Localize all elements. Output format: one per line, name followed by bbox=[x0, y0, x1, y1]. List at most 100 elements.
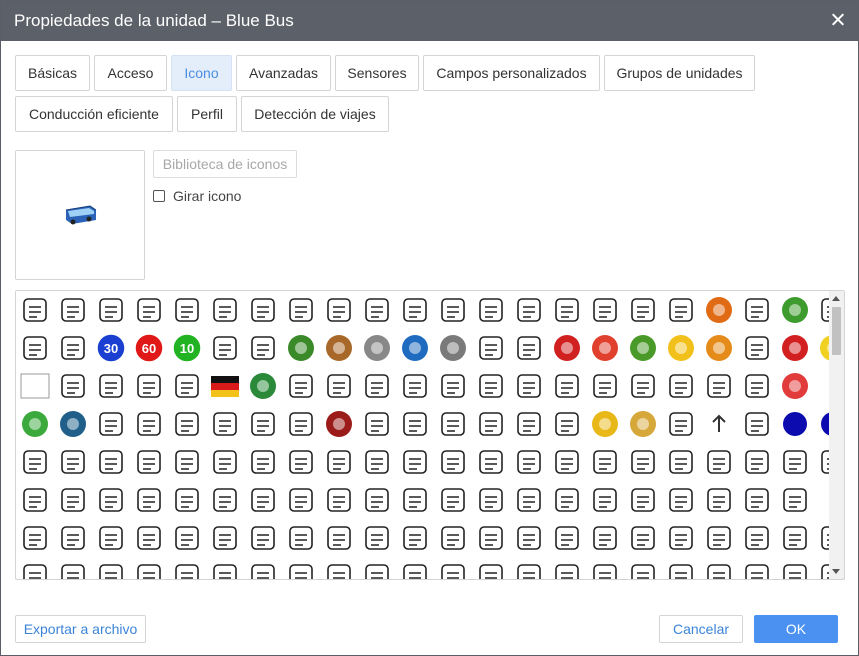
chrome-logo-icon[interactable] bbox=[588, 331, 622, 365]
person-reading-icon[interactable] bbox=[132, 407, 166, 441]
champagne-glasses-icon[interactable] bbox=[284, 293, 318, 327]
arrow-up-icon[interactable] bbox=[702, 407, 736, 441]
red-lizard-icon[interactable] bbox=[740, 369, 774, 403]
family-icon[interactable] bbox=[550, 369, 584, 403]
orange-truck-icon[interactable] bbox=[702, 331, 736, 365]
wifi-wave-icon[interactable] bbox=[246, 407, 280, 441]
robot-badge-icon[interactable] bbox=[398, 331, 432, 365]
calendar-heart-icon[interactable] bbox=[170, 293, 204, 327]
envelope-icon[interactable] bbox=[208, 483, 242, 517]
red-lock-icon[interactable] bbox=[778, 369, 812, 403]
hourglass-icon[interactable] bbox=[436, 483, 470, 517]
ring-icon[interactable] bbox=[626, 293, 660, 327]
ambulance-icon[interactable] bbox=[246, 369, 280, 403]
brain-icon[interactable] bbox=[132, 445, 166, 479]
tab-acceso[interactable]: Acceso bbox=[94, 55, 167, 91]
tab-icono[interactable]: Icono bbox=[171, 55, 232, 91]
rocket-icon[interactable] bbox=[512, 407, 546, 441]
movie-camera-icon[interactable] bbox=[208, 407, 242, 441]
person-hat-icon[interactable] bbox=[208, 521, 242, 555]
graduation-cap-icon[interactable] bbox=[170, 483, 204, 517]
tab-sensores[interactable]: Sensores bbox=[335, 55, 419, 91]
shopping-cart-icon[interactable] bbox=[18, 521, 52, 555]
heart-icon[interactable] bbox=[322, 293, 356, 327]
glasses-icon[interactable] bbox=[322, 445, 356, 479]
dark-car-icon[interactable] bbox=[512, 331, 546, 365]
clapping-hands-icon[interactable] bbox=[170, 521, 204, 555]
wedding-arch-icon[interactable] bbox=[56, 293, 90, 327]
first-aid-kit-icon[interactable] bbox=[474, 407, 508, 441]
doctor-icon[interactable] bbox=[588, 293, 622, 327]
shopping-bag-icon[interactable] bbox=[702, 483, 736, 517]
nun-icon[interactable] bbox=[360, 407, 394, 441]
shop-icon[interactable] bbox=[550, 521, 584, 555]
percent-badge-icon[interactable] bbox=[94, 521, 128, 555]
boy-avatar-icon[interactable] bbox=[474, 369, 508, 403]
rotate-icon-checkbox[interactable] bbox=[153, 190, 165, 202]
gift-icon[interactable] bbox=[398, 559, 432, 579]
camera-icon[interactable] bbox=[550, 293, 584, 327]
blue-car-icon[interactable] bbox=[588, 369, 622, 403]
tea-cup-icon[interactable] bbox=[512, 369, 546, 403]
music-note-icon[interactable] bbox=[474, 293, 508, 327]
green-route-icon[interactable] bbox=[322, 369, 356, 403]
presentation-board-icon[interactable] bbox=[284, 445, 318, 479]
percent-100-icon[interactable] bbox=[398, 521, 432, 555]
penguin-icon[interactable] bbox=[740, 407, 774, 441]
delivery-truck-icon[interactable] bbox=[588, 521, 622, 555]
map-pin-icon[interactable] bbox=[170, 559, 204, 579]
person-circle-icon[interactable] bbox=[626, 521, 660, 555]
star-icon[interactable] bbox=[512, 483, 546, 517]
database-add-icon[interactable] bbox=[360, 369, 394, 403]
cash-stack-icon[interactable] bbox=[360, 521, 394, 555]
wave-icon[interactable] bbox=[360, 559, 394, 579]
green-octopus-icon[interactable] bbox=[626, 331, 660, 365]
red-car-top-icon[interactable] bbox=[778, 331, 812, 365]
green-lock-open-icon[interactable] bbox=[18, 407, 52, 441]
armchair-icon[interactable] bbox=[56, 483, 90, 517]
coffee-mug-icon[interactable] bbox=[56, 559, 90, 579]
speed-limit-30-icon[interactable]: 30 bbox=[94, 331, 128, 365]
at-sign-icon[interactable] bbox=[246, 521, 280, 555]
sprout-icon[interactable] bbox=[550, 407, 584, 441]
phone-call-icon[interactable] bbox=[284, 483, 318, 517]
love-letter-icon[interactable] bbox=[360, 293, 394, 327]
tab-perfil[interactable]: Perfil bbox=[177, 96, 237, 132]
location-heart-icon[interactable] bbox=[398, 293, 432, 327]
hedgehog-icon[interactable] bbox=[626, 407, 660, 441]
tab-avanzadas[interactable]: Avanzadas bbox=[236, 55, 331, 91]
sun-icon[interactable] bbox=[512, 559, 546, 579]
map-tile-icon[interactable] bbox=[626, 369, 660, 403]
hourglass-icon[interactable] bbox=[436, 445, 470, 479]
music-note-icon[interactable] bbox=[322, 559, 356, 579]
notebook-icon[interactable] bbox=[322, 483, 356, 517]
notebook-icon[interactable] bbox=[512, 293, 546, 327]
calculator-icon[interactable] bbox=[56, 521, 90, 555]
smartphone-icon[interactable] bbox=[626, 445, 660, 479]
grapes-icon[interactable] bbox=[664, 369, 698, 403]
chef-icon[interactable] bbox=[246, 559, 280, 579]
close-icon[interactable] bbox=[828, 10, 848, 30]
scroll-up-icon[interactable] bbox=[832, 296, 840, 301]
clock-chart-icon[interactable] bbox=[360, 483, 394, 517]
footprints-icon[interactable] bbox=[398, 369, 432, 403]
balloons-icon[interactable] bbox=[664, 521, 698, 555]
graduation-cap-icon[interactable] bbox=[398, 445, 432, 479]
export-to-file-button[interactable]: Exportar a archivo bbox=[15, 615, 146, 643]
disco-ball-icon[interactable] bbox=[18, 559, 52, 579]
wallet-icon[interactable] bbox=[398, 483, 432, 517]
sparkle-icon[interactable] bbox=[94, 407, 128, 441]
smartphone-icon[interactable] bbox=[436, 559, 470, 579]
tank-convoy-icon[interactable] bbox=[132, 369, 166, 403]
speed-limit-60-icon[interactable]: 60 bbox=[132, 331, 166, 365]
cancel-button[interactable]: Cancelar bbox=[659, 615, 743, 643]
gentleman-icon[interactable] bbox=[740, 331, 774, 365]
scroll-down-icon[interactable] bbox=[832, 569, 840, 574]
id-card-icon[interactable] bbox=[398, 407, 432, 441]
speed-limit-10-icon[interactable]: 10 bbox=[170, 331, 204, 365]
coffee-icon[interactable] bbox=[778, 559, 812, 579]
skull-icon[interactable] bbox=[702, 369, 736, 403]
video-player-icon[interactable] bbox=[626, 483, 660, 517]
yellow-loader-icon[interactable] bbox=[588, 407, 622, 441]
recycle-icon[interactable] bbox=[474, 521, 508, 555]
